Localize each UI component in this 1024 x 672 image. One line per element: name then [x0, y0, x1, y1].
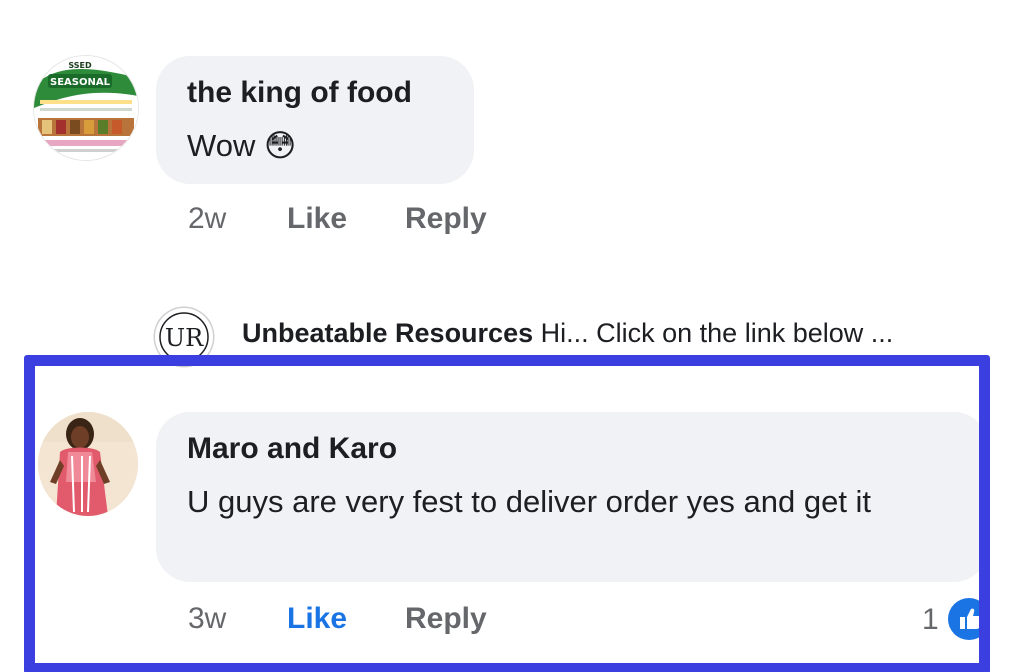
reply-author-avatar[interactable]: UR — [155, 308, 213, 366]
ur-logo-text: UR — [165, 324, 204, 352]
avatar-top-text: SSED — [68, 61, 92, 70]
comment-author[interactable]: the king of food — [187, 76, 412, 110]
person-photo-icon — [38, 412, 138, 516]
comment-timestamp[interactable]: 3w — [188, 602, 226, 636]
comment-bubble[interactable]: the king of food Wow 😳 — [156, 56, 474, 184]
reply-button[interactable]: Reply — [405, 202, 487, 236]
reaction-count[interactable]: 1 — [922, 603, 939, 637]
avatar-seasonal-text: SEASONAL — [50, 77, 111, 88]
like-thumb-icon[interactable] — [948, 598, 990, 640]
comment-timestamp[interactable]: 2w — [188, 202, 226, 236]
reply-preview-author: Unbeatable Resources — [242, 318, 534, 348]
like-button[interactable]: Like — [287, 202, 347, 236]
ur-logo-icon: UR — [159, 312, 209, 362]
reply-preview[interactable]: Unbeatable Resources Hi... Click on the … — [242, 318, 893, 349]
reply-preview-snippet: Hi... Click on the link below ... — [540, 318, 894, 348]
reply-button[interactable]: Reply — [405, 602, 487, 636]
like-button-active[interactable]: Like — [287, 602, 347, 636]
comment-text: U guys are very fest to deliver order ye… — [187, 484, 872, 519]
comment-text: Wow 😳 — [187, 128, 297, 163]
commenter-avatar[interactable]: SSED SEASONAL — [34, 56, 138, 160]
seasonal-flyer-icon: SSED SEASONAL — [34, 56, 138, 160]
comment-author[interactable]: Maro and Karo — [187, 432, 397, 466]
commenter-avatar[interactable] — [38, 412, 138, 516]
comment-bubble[interactable]: Maro and Karo U guys are very fest to de… — [156, 412, 988, 582]
thumbs-up-icon — [960, 608, 982, 629]
